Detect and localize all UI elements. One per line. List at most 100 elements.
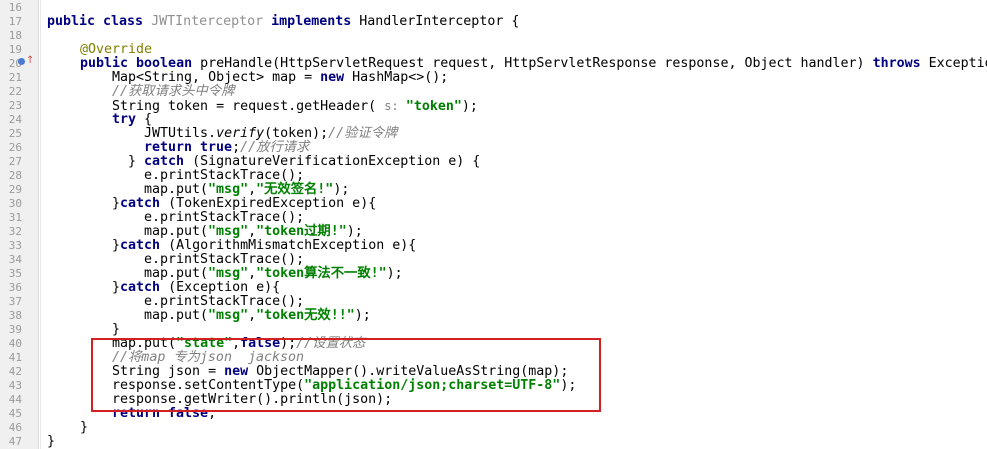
keyword: try (112, 112, 145, 127)
comment: //放行请求 (240, 140, 310, 155)
string-literal: "token过期!" (256, 224, 347, 239)
keyword: new (320, 70, 353, 85)
line-number: 21 (8, 71, 22, 84)
keyword: catch (120, 238, 169, 253)
code-text: ; (232, 140, 241, 155)
code-text: e.printStackTrace(); (144, 252, 305, 267)
code-text: map.put( (144, 182, 209, 197)
code-text: Map<String, Object> map = (112, 70, 321, 85)
line-number: 45 (8, 407, 22, 420)
code-text: String token = request.getHeader( (112, 99, 385, 114)
line-number: 28 (8, 169, 22, 182)
comment: //验证令牌 (328, 126, 398, 141)
line-number: 47 (8, 435, 22, 448)
line-number: 35 (8, 267, 22, 280)
line-number: 32 (8, 225, 22, 238)
implementing-method-arrow-icon[interactable]: ↑ (26, 55, 34, 66)
line-number: 46 (8, 421, 22, 434)
string-literal: "token" (405, 99, 462, 114)
line-number: 37 (8, 295, 22, 308)
code-line-36: }catch (Exception e){ (112, 281, 280, 295)
keyword: catch (120, 280, 169, 295)
line-number: 40 (8, 337, 22, 350)
code-line-26: return true;//放行请求 (144, 141, 309, 155)
code-text: (SignatureVerificationException e) { (192, 154, 481, 169)
code-text: , (248, 224, 257, 239)
code-text: } (47, 434, 56, 449)
code-text: (Exception e){ (168, 280, 281, 295)
code-editor[interactable]: 16 17 18 19 20 21 22 23 24 25 26 27 28 2… (0, 0, 987, 449)
code-text: ); (333, 182, 350, 197)
line-number: 34 (8, 253, 22, 266)
code-line-20: public boolean preHandle(HttpServletRequ… (80, 57, 987, 71)
code-line-25: JWTUtils.verify(token);//验证令牌 (144, 127, 397, 141)
fold-margin-line (40, 0, 41, 449)
method-name: verify (216, 126, 265, 141)
line-number: 23 (8, 99, 22, 112)
keyword: return true (144, 140, 233, 155)
code-line-23: String token = request.getHeader( s: "to… (112, 99, 478, 114)
override-gutter-icon[interactable] (18, 58, 25, 65)
code-text: e.printStackTrace(); (144, 168, 305, 183)
code-line-21: Map<String, Object> map = new HashMap<>(… (112, 71, 448, 85)
line-number: 26 (8, 141, 22, 154)
string-literal: "token无效!!" (256, 308, 355, 323)
line-number: 31 (8, 211, 22, 224)
keyword: catch (120, 196, 169, 211)
string-literal: "无效签名!" (256, 182, 334, 197)
code-line-19: @Override (80, 43, 152, 57)
code-text: } (112, 196, 121, 211)
red-highlight-box (91, 338, 601, 412)
keyword: implements (271, 14, 360, 29)
code-line-22: //获取请求头中令牌 (112, 85, 234, 99)
line-number: 24 (8, 113, 22, 126)
code-text: map.put( (144, 308, 209, 323)
line-number: 38 (8, 309, 22, 322)
code-text: preHandle(HttpServletRequest request, Ht… (200, 56, 873, 71)
line-number: 39 (8, 323, 22, 336)
line-number: 42 (8, 365, 22, 378)
code-text: { (144, 112, 153, 127)
code-line-17: public class JWTInterceptor implements H… (47, 15, 519, 29)
string-literal: "msg" (208, 266, 249, 281)
code-line-47: } (47, 435, 55, 449)
code-text: ); (346, 224, 363, 239)
line-number: 33 (8, 239, 22, 252)
string-literal: "msg" (208, 224, 249, 239)
string-literal: "msg" (208, 308, 249, 323)
code-text: , (248, 308, 257, 323)
code-text: } (80, 420, 89, 435)
keyword: catch (144, 154, 193, 169)
code-line-27: } catch (SignatureVerificationException … (128, 155, 480, 169)
code-text: HashMap<>(); (352, 70, 449, 85)
string-literal: "token算法不一致!" (256, 266, 387, 281)
comment: //获取请求头中令牌 (112, 84, 235, 99)
line-number: 30 (8, 197, 22, 210)
line-number: 44 (8, 393, 22, 406)
code-text: , (248, 266, 257, 281)
line-number: 18 (8, 29, 22, 42)
line-number: 16 (8, 1, 22, 14)
code-text: (AlgorithmMismatchException e){ (168, 238, 417, 253)
line-number: 25 (8, 127, 22, 140)
code-text: } (112, 322, 121, 337)
class-name: JWTInterceptor (151, 14, 272, 29)
code-text: } (128, 154, 145, 169)
code-line-38: map.put("msg","token无效!!"); (144, 309, 371, 323)
line-number: 19 (8, 43, 22, 56)
code-line-35: map.put("msg","token算法不一致!"); (144, 267, 403, 281)
code-text: } (112, 238, 121, 253)
line-number: 27 (8, 155, 22, 168)
code-text: e.printStackTrace(); (144, 294, 305, 309)
code-text: , (248, 182, 257, 197)
code-line-39: } (112, 323, 120, 337)
keyword: public class (47, 14, 152, 29)
code-line-30: }catch (TokenExpiredException e){ (112, 197, 376, 211)
string-literal: "msg" (208, 182, 249, 197)
code-text: ); (386, 266, 403, 281)
code-text: HandlerInterceptor { (359, 14, 520, 29)
code-line-37: e.printStackTrace(); (144, 295, 304, 309)
code-text: e.printStackTrace(); (144, 210, 305, 225)
code-text: ); (354, 308, 371, 323)
code-text: map.put( (144, 224, 209, 239)
